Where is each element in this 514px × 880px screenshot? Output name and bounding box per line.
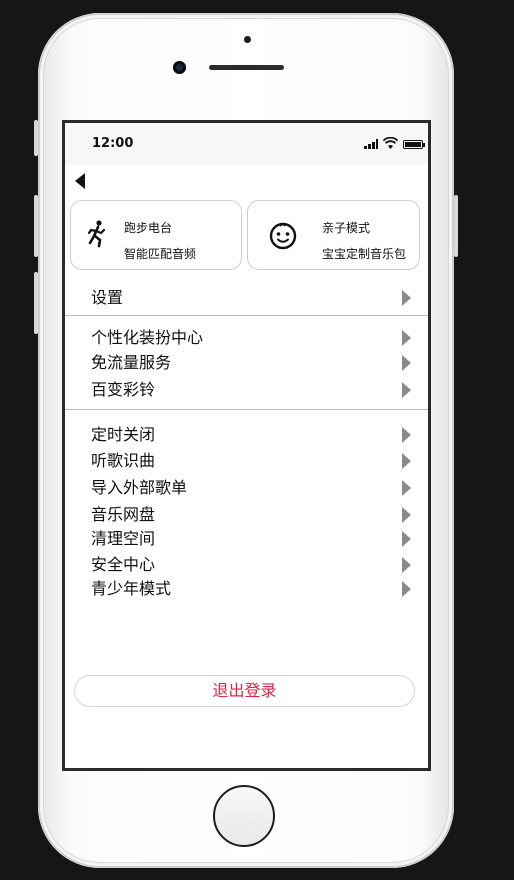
power-button — [454, 195, 458, 257]
running-radio-card[interactable]: 跑步电台 智能匹配音频 — [70, 200, 242, 270]
app-screen: 12:00 跑步电台 智能匹配音频 亲子模式 宝宝定制音乐包 设置 个性化装扮中… — [62, 120, 431, 771]
sensor-dot — [244, 36, 251, 43]
logout-button[interactable]: 退出登录 — [74, 675, 415, 707]
section-divider — [65, 409, 428, 410]
card-subtitle: 宝宝定制音乐包 — [322, 247, 407, 261]
menu-item-label: 设置 — [91, 288, 124, 307]
menu-item-clear-storage[interactable]: 清理空间 — [91, 528, 411, 552]
chevron-right-icon — [402, 453, 411, 469]
chevron-right-icon — [402, 382, 411, 398]
chevron-right-icon — [402, 581, 411, 597]
section-divider — [65, 315, 428, 316]
menu-item-security-center[interactable]: 安全中心 — [91, 554, 411, 578]
wifi-icon — [383, 137, 398, 149]
chevron-right-icon — [402, 480, 411, 496]
chevron-right-icon — [402, 290, 411, 306]
status-time: 12:00 — [92, 136, 134, 151]
chevron-right-icon — [402, 531, 411, 547]
card-title: 亲子模式 — [322, 221, 371, 235]
volume-up-button — [34, 195, 38, 257]
menu-item-label: 百变彩铃 — [91, 380, 156, 399]
menu-item-label: 导入外部歌单 — [91, 478, 188, 497]
menu-item-free-data[interactable]: 免流量服务 — [91, 352, 411, 376]
chevron-right-icon — [402, 330, 411, 346]
menu-item-label: 青少年模式 — [91, 579, 172, 598]
menu-item-music-cloud[interactable]: 音乐网盘 — [91, 504, 411, 528]
menu-item-sleep-timer[interactable]: 定时关闭 — [91, 424, 411, 448]
chevron-right-icon — [402, 507, 411, 523]
card-title: 跑步电台 — [124, 221, 173, 235]
menu-item-settings[interactable]: 设置 — [91, 287, 411, 311]
baby-face-icon — [269, 222, 297, 250]
earpiece-speaker — [209, 65, 284, 70]
menu-item-theme-center[interactable]: 个性化装扮中心 — [91, 327, 411, 351]
menu-item-label: 定时关闭 — [91, 425, 156, 444]
menu-item-ringtone[interactable]: 百变彩铃 — [91, 379, 411, 403]
chevron-right-icon — [402, 557, 411, 573]
back-arrow-icon[interactable] — [75, 173, 85, 189]
mute-switch — [34, 120, 38, 156]
menu-item-label: 个性化装扮中心 — [91, 328, 204, 347]
volume-down-button — [34, 272, 38, 334]
menu-item-label: 安全中心 — [91, 555, 156, 574]
chevron-right-icon — [402, 355, 411, 371]
status-bar: 12:00 — [65, 123, 428, 165]
battery-icon — [403, 140, 425, 149]
menu-item-teen-mode[interactable]: 青少年模式 — [91, 578, 411, 602]
parent-child-card[interactable]: 亲子模式 宝宝定制音乐包 — [247, 200, 420, 270]
home-button[interactable] — [213, 785, 275, 847]
menu-item-label: 音乐网盘 — [91, 505, 156, 524]
front-camera — [173, 61, 186, 74]
running-person-icon — [87, 220, 106, 248]
menu-item-label: 免流量服务 — [91, 353, 172, 372]
menu-item-import-playlist[interactable]: 导入外部歌单 — [91, 477, 411, 501]
menu-item-song-recognition[interactable]: 听歌识曲 — [91, 450, 411, 474]
card-subtitle: 智能匹配音频 — [124, 247, 197, 261]
menu-item-label: 清理空间 — [91, 529, 156, 548]
menu-item-label: 听歌识曲 — [91, 451, 156, 470]
signal-icon — [364, 139, 378, 149]
chevron-right-icon — [402, 427, 411, 443]
